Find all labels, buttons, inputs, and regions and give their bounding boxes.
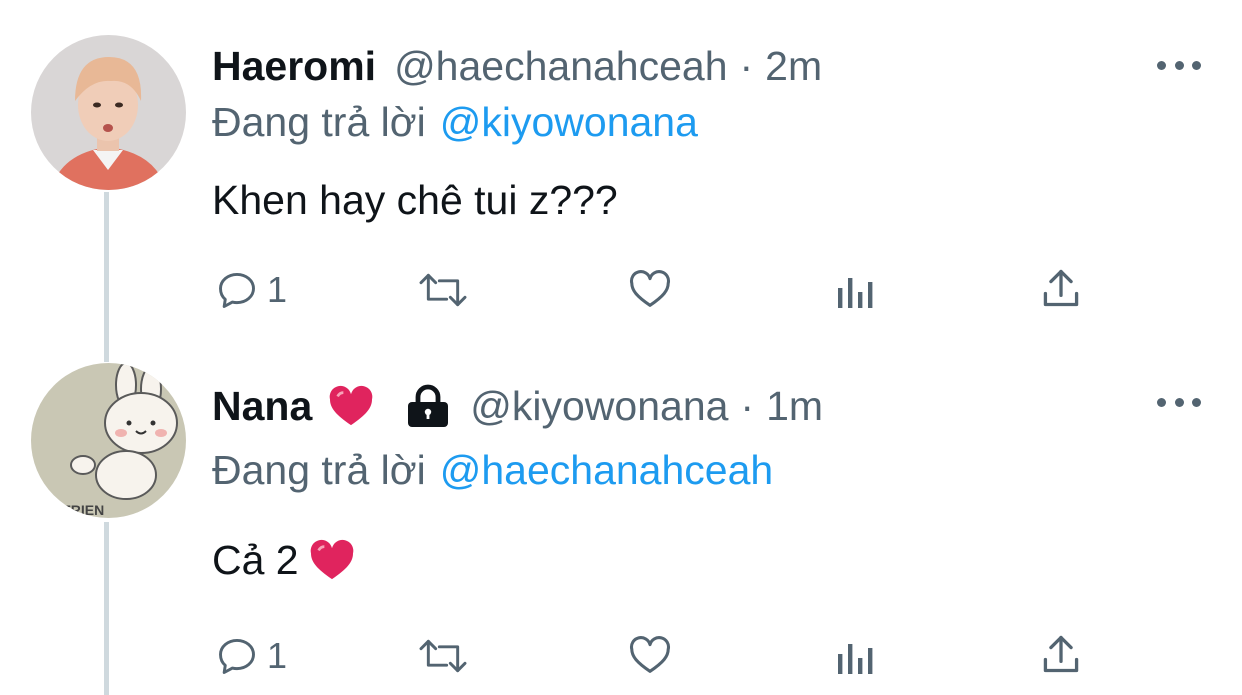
share-button[interactable] [1040,632,1082,676]
timestamp[interactable]: 1m [766,383,823,430]
reply-count: 1 [267,269,288,310]
tweet-text: Cả 2 [212,532,355,588]
analytics-button[interactable] [836,636,876,676]
reply-count: 1 [267,635,288,676]
retweet-button[interactable] [414,268,472,312]
username[interactable]: @kiyowonana [470,383,728,430]
reply-button[interactable]: 1 [215,634,287,678]
analytics-icon [838,278,873,308]
replying-to: Đang trả lời @haechanahceah [212,442,773,498]
like-icon [629,636,671,673]
analytics-icon [838,644,873,674]
share-button[interactable] [1040,266,1082,310]
replying-mention[interactable]: @haechanahceah [440,447,773,493]
more-options-icon[interactable] [1157,57,1201,73]
tweet-body: Cả 2 [212,537,299,583]
reply-icon [219,638,255,674]
red-heart-emoji [328,385,374,427]
retweet-icon [419,639,467,673]
timestamp[interactable]: 2m [765,43,822,90]
like-button[interactable] [626,266,674,312]
more-options-icon[interactable] [1157,394,1201,410]
replying-label: Đang trả lời [212,99,426,145]
avatar-nana[interactable]: E FRIEN [31,363,186,518]
replying-mention[interactable]: @kiyowonana [440,99,698,145]
replying-label: Đang trả lời [212,447,426,493]
avatar-haeromi[interactable] [31,35,186,190]
reply-icon [219,272,255,308]
display-name[interactable]: Haeromi [212,43,376,90]
tweet-header: Haeromi @haechanahceah · 2m [212,38,822,94]
tweet-header: Nana @kiyowonana · 1m [212,378,823,434]
retweet-icon [419,273,467,307]
like-button[interactable] [626,632,674,678]
replying-to: Đang trả lời @kiyowonana [212,94,698,150]
svg-text:E FRIEN: E FRIEN [49,502,104,518]
thread-line [104,522,109,695]
reply-button[interactable]: 1 [215,268,287,312]
retweet-button[interactable] [414,634,472,678]
username[interactable]: @haechanahceah [394,43,727,90]
lock-icon [404,384,452,428]
analytics-button[interactable] [836,270,876,310]
red-heart-emoji [309,539,355,581]
share-icon [1043,269,1079,307]
tweet-body: Khen hay chê tui z??? [212,177,618,223]
thread-line [104,192,109,362]
separator: · [740,382,755,429]
tweet-text: Khen hay chê tui z??? [212,172,618,228]
separator: · [739,42,754,89]
share-icon [1043,635,1079,673]
like-icon [629,270,671,307]
display-name[interactable]: Nana [212,383,312,430]
